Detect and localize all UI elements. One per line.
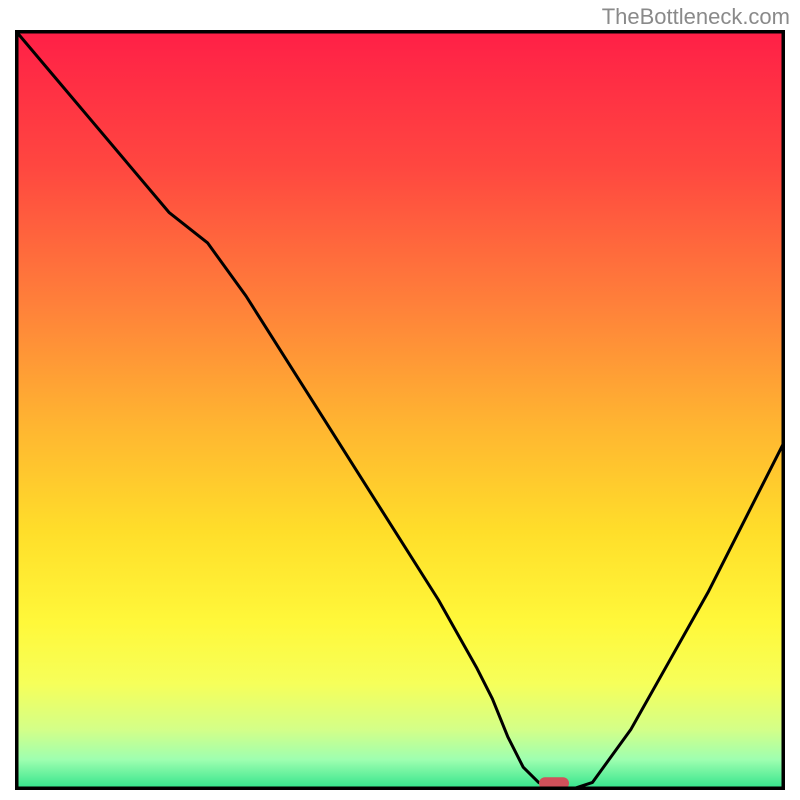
watermark-text: TheBottleneck.com xyxy=(602,4,790,30)
chart-frame xyxy=(15,30,785,790)
chart-svg xyxy=(15,30,785,790)
gradient-background xyxy=(15,30,785,790)
chart-plot-area xyxy=(15,30,785,790)
